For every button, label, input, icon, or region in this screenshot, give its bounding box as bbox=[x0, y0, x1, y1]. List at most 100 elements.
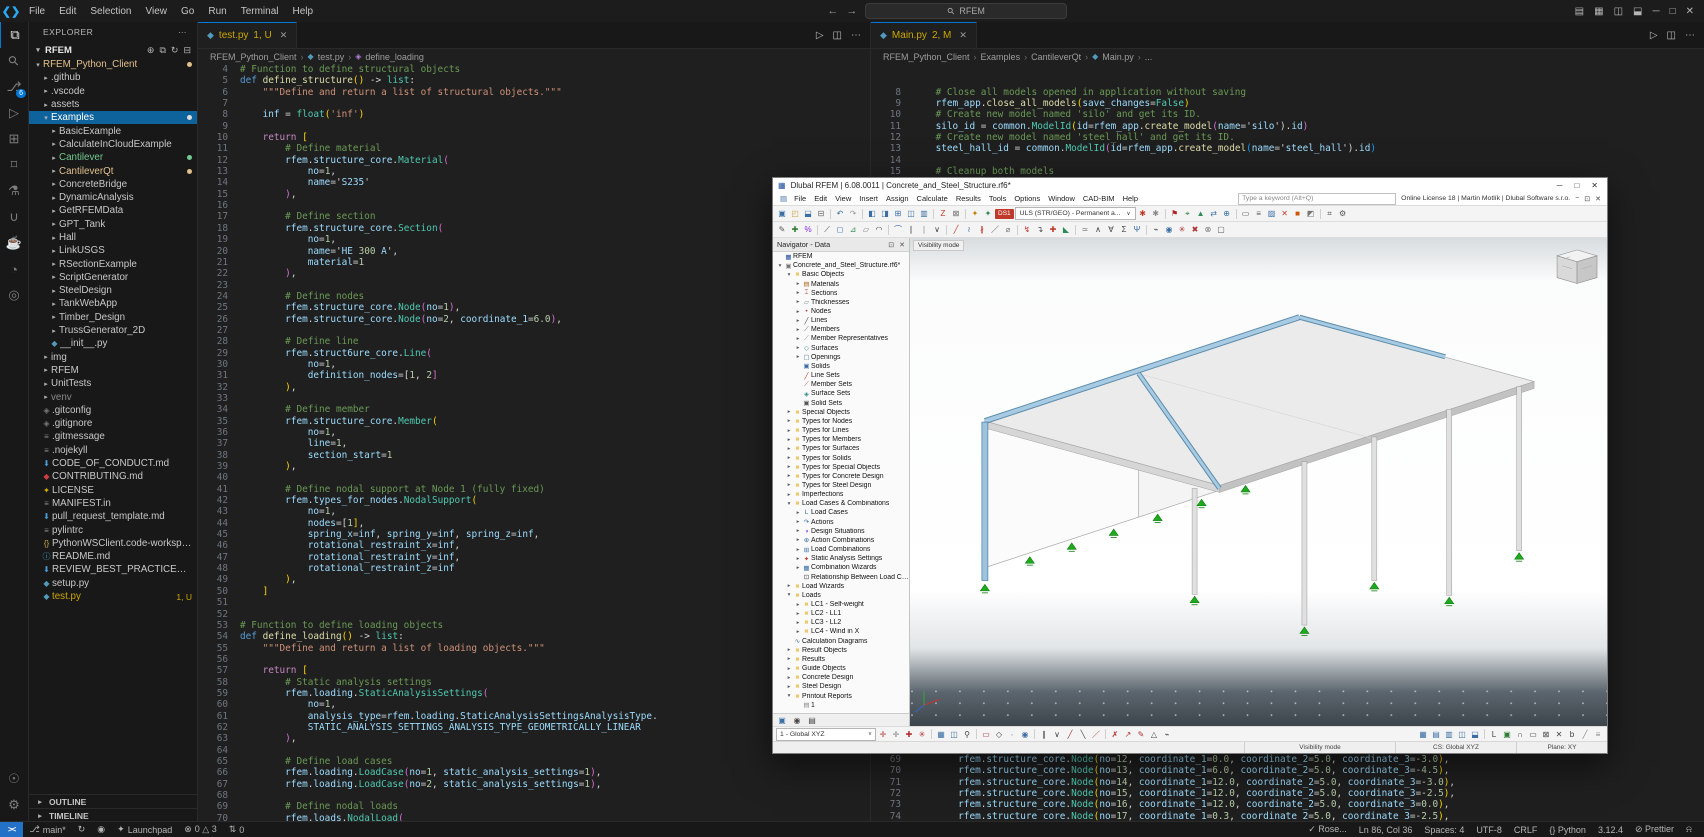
status-problems[interactable]: ⊗0 △ 3 bbox=[178, 824, 222, 835]
toolbar-icon[interactable]: ⌒ bbox=[892, 224, 904, 236]
code-line[interactable]: 8 inf = float('inf') bbox=[198, 109, 870, 120]
rfem-tree-item[interactable]: ▸■Imperfections bbox=[773, 490, 909, 499]
breadcrumb[interactable]: RFEM_Python_Client›Examples›CantileverQt… bbox=[871, 49, 1704, 64]
code-line[interactable]: 44 nodes=[1], bbox=[198, 518, 870, 529]
code-line[interactable]: 24 # Define nodes bbox=[198, 291, 870, 302]
toolbar-icon[interactable]: ◠ bbox=[873, 224, 885, 236]
code-line[interactable]: 10 return [ bbox=[198, 132, 870, 143]
toolbar-icon[interactable]: ▢ bbox=[1215, 224, 1227, 236]
toolbar-icon[interactable]: ⌁ bbox=[1161, 728, 1173, 740]
menu-item-selection[interactable]: Selection bbox=[83, 6, 138, 17]
toolbar-icon[interactable]: ↶ bbox=[834, 208, 846, 220]
code-line[interactable]: 49 ), bbox=[198, 574, 870, 585]
code-line[interactable]: 12 # Create new model named 'steel_hall'… bbox=[871, 132, 1704, 143]
status-eol[interactable]: CRLF bbox=[1508, 825, 1544, 835]
toolbar-icon[interactable]: Ψ bbox=[1131, 224, 1143, 236]
code-line[interactable]: 40 bbox=[198, 472, 870, 483]
status-rose-status[interactable]: ✓ Rose... bbox=[1302, 824, 1353, 835]
activity-settings-gear-icon[interactable]: ⚙ bbox=[0, 792, 28, 818]
tab-test-py[interactable]: ◆ test.py 1, U ✕ bbox=[198, 22, 297, 48]
rfem-tree-item[interactable]: ▸╱Lines bbox=[773, 316, 909, 325]
rfem-tree-item[interactable]: ▾▣Concrete_and_Steel_Structure.rf6* bbox=[773, 261, 909, 270]
code-line[interactable]: 23 bbox=[198, 280, 870, 291]
file-row-.nojekyll[interactable]: ≡.nojekyll bbox=[29, 444, 197, 457]
history-back-icon[interactable]: ← bbox=[827, 5, 838, 17]
toolbar-icon[interactable]: ◻ bbox=[834, 224, 846, 236]
folder-row-venv[interactable]: ▸venv bbox=[29, 390, 197, 403]
code-line[interactable]: 29 rfem.struct6ure_core.Line( bbox=[198, 348, 870, 359]
rfem-tree-item[interactable]: ▸⊕Action Combinations bbox=[773, 536, 909, 545]
toolbar-icon[interactable]: ◉ bbox=[1019, 728, 1031, 740]
toolbar-icon[interactable]: ✖ bbox=[1189, 224, 1201, 236]
toolbar-icon[interactable]: ↴ bbox=[1034, 224, 1046, 236]
menu-item-help[interactable]: Help bbox=[286, 6, 321, 17]
toolbar-icon[interactable]: ⊟ bbox=[815, 208, 827, 220]
rfem-tree-item[interactable]: ⊡Relationship Between Load Cases bbox=[773, 572, 909, 581]
code-line[interactable]: 60 no=1, bbox=[198, 699, 870, 710]
navigation-cube[interactable] bbox=[1557, 250, 1597, 284]
toolbar-icon[interactable]: ≡ bbox=[1253, 208, 1265, 220]
toolbar-icon[interactable]: ⊞ bbox=[892, 208, 904, 220]
code-line[interactable]: 69 # Define nodal loads bbox=[198, 801, 870, 812]
rfem-tree-item[interactable]: ▾■Printout Reports bbox=[773, 692, 909, 701]
rfem-tree-item[interactable]: ∿Calculation Diagrams bbox=[773, 637, 909, 646]
file-row-setup.py[interactable]: ◆setup.py bbox=[29, 577, 197, 590]
toolbar-icon[interactable]: ╱ bbox=[1064, 728, 1076, 740]
breadcrumb-item[interactable]: RFEM_Python_Client bbox=[883, 52, 970, 62]
code-line[interactable]: 65 # Define load cases bbox=[198, 756, 870, 767]
toolbar-icon[interactable]: ▥ bbox=[918, 208, 930, 220]
run-icon[interactable]: ▷ bbox=[816, 30, 824, 41]
code-line[interactable]: 4# Function to define structural objects bbox=[198, 64, 870, 75]
code-line[interactable]: 32 ), bbox=[198, 382, 870, 393]
toolbar-icon[interactable]: ⊗ bbox=[1202, 224, 1214, 236]
rfem-tree-item[interactable]: ▸◑Design Situations bbox=[773, 527, 909, 536]
status-notifications[interactable]: ⍾ bbox=[1680, 824, 1698, 835]
rfem-tree-item[interactable]: ▣Solid Sets bbox=[773, 399, 909, 408]
code-line[interactable]: 5def define_structure() -> list: bbox=[198, 75, 870, 86]
code-line[interactable]: 25 rfem.structure_core.Node(no=1), bbox=[198, 302, 870, 313]
folder-row-ConcreteBridge[interactable]: ▸ConcreteBridge bbox=[29, 178, 197, 191]
status-cursor-position[interactable]: Ln 86, Col 36 bbox=[1353, 825, 1419, 835]
folder-row-RFEM[interactable]: ▸RFEM bbox=[29, 364, 197, 377]
toolbar-icon[interactable]: ≃ bbox=[1079, 224, 1091, 236]
toolbar-icon[interactable]: ∣ bbox=[918, 224, 930, 236]
toolbar-icon[interactable]: ◨ bbox=[879, 208, 891, 220]
toolbar-icon[interactable]: ⊿ bbox=[847, 224, 859, 236]
layout-toggle-icon[interactable]: ▤ bbox=[1575, 6, 1584, 17]
breadcrumb-item[interactable]: define_loading bbox=[365, 52, 424, 62]
toolbar-icon[interactable]: ⚙ bbox=[1337, 208, 1349, 220]
mdi-icon[interactable]: ✕ bbox=[1595, 195, 1601, 203]
toolbar-icon[interactable]: ◣ bbox=[1060, 224, 1072, 236]
status-copilot[interactable]: ◉ bbox=[91, 824, 111, 835]
toolbar-icon[interactable]: ▦ bbox=[935, 728, 947, 740]
code-line[interactable]: 26 rfem.structure_core.Node(no=2, coordi… bbox=[198, 314, 870, 325]
rfem-tree-item[interactable]: ▤1 bbox=[773, 701, 909, 710]
toolbar-icon[interactable]: ╱ bbox=[1579, 728, 1591, 740]
toolbar-icon[interactable]: ■ bbox=[1292, 208, 1304, 220]
code-line[interactable]: 6 """Define and return a list of structu… bbox=[198, 87, 870, 98]
toolbar-icon[interactable]: ✛ bbox=[877, 728, 889, 740]
rfem-menu-file[interactable]: File bbox=[790, 194, 810, 203]
history-forward-icon[interactable]: → bbox=[846, 5, 857, 17]
rfem-menu-results[interactable]: Results bbox=[952, 194, 985, 203]
toolbar-icon[interactable]: ╱ bbox=[950, 224, 962, 236]
code-line[interactable]: 36 no=1, bbox=[198, 427, 870, 438]
toolbar-icon[interactable]: ▱ bbox=[860, 224, 872, 236]
timeline-section[interactable]: ▸TIMELINE bbox=[29, 808, 197, 822]
tab-main-py[interactable]: ◆ Main.py 2, M ✕ bbox=[871, 22, 977, 48]
explorer-more-icon[interactable]: ⋯ bbox=[178, 27, 187, 38]
load-combination-select[interactable]: ULS (STR/GEO) - Permanent a...∨ bbox=[1015, 207, 1136, 220]
remote-indicator[interactable]: >< bbox=[0, 822, 23, 837]
code-line[interactable]: 58 # Static analysis settings bbox=[198, 677, 870, 688]
code-line[interactable]: 14 name='S235' bbox=[198, 177, 870, 188]
code-line[interactable]: 64 bbox=[198, 745, 870, 756]
toolbar-icon[interactable]: ⟋ bbox=[821, 224, 833, 236]
activity-clock-icon[interactable]: ◔ bbox=[0, 256, 28, 282]
activity-search-icon[interactable]: ⚲ bbox=[0, 48, 28, 74]
file-row-MANIFEST.in[interactable]: ≡MANIFEST.in bbox=[29, 497, 197, 510]
toolbar-icon[interactable]: ▭ bbox=[980, 728, 992, 740]
toolbar-icon[interactable]: ⬓ bbox=[1469, 728, 1481, 740]
toolbar-icon[interactable]: ▥ bbox=[1443, 728, 1455, 740]
rfem-tree-item[interactable]: ▸■Special Objects bbox=[773, 408, 909, 417]
activity-remote-explorer-icon[interactable]: ⌑ bbox=[0, 152, 28, 178]
